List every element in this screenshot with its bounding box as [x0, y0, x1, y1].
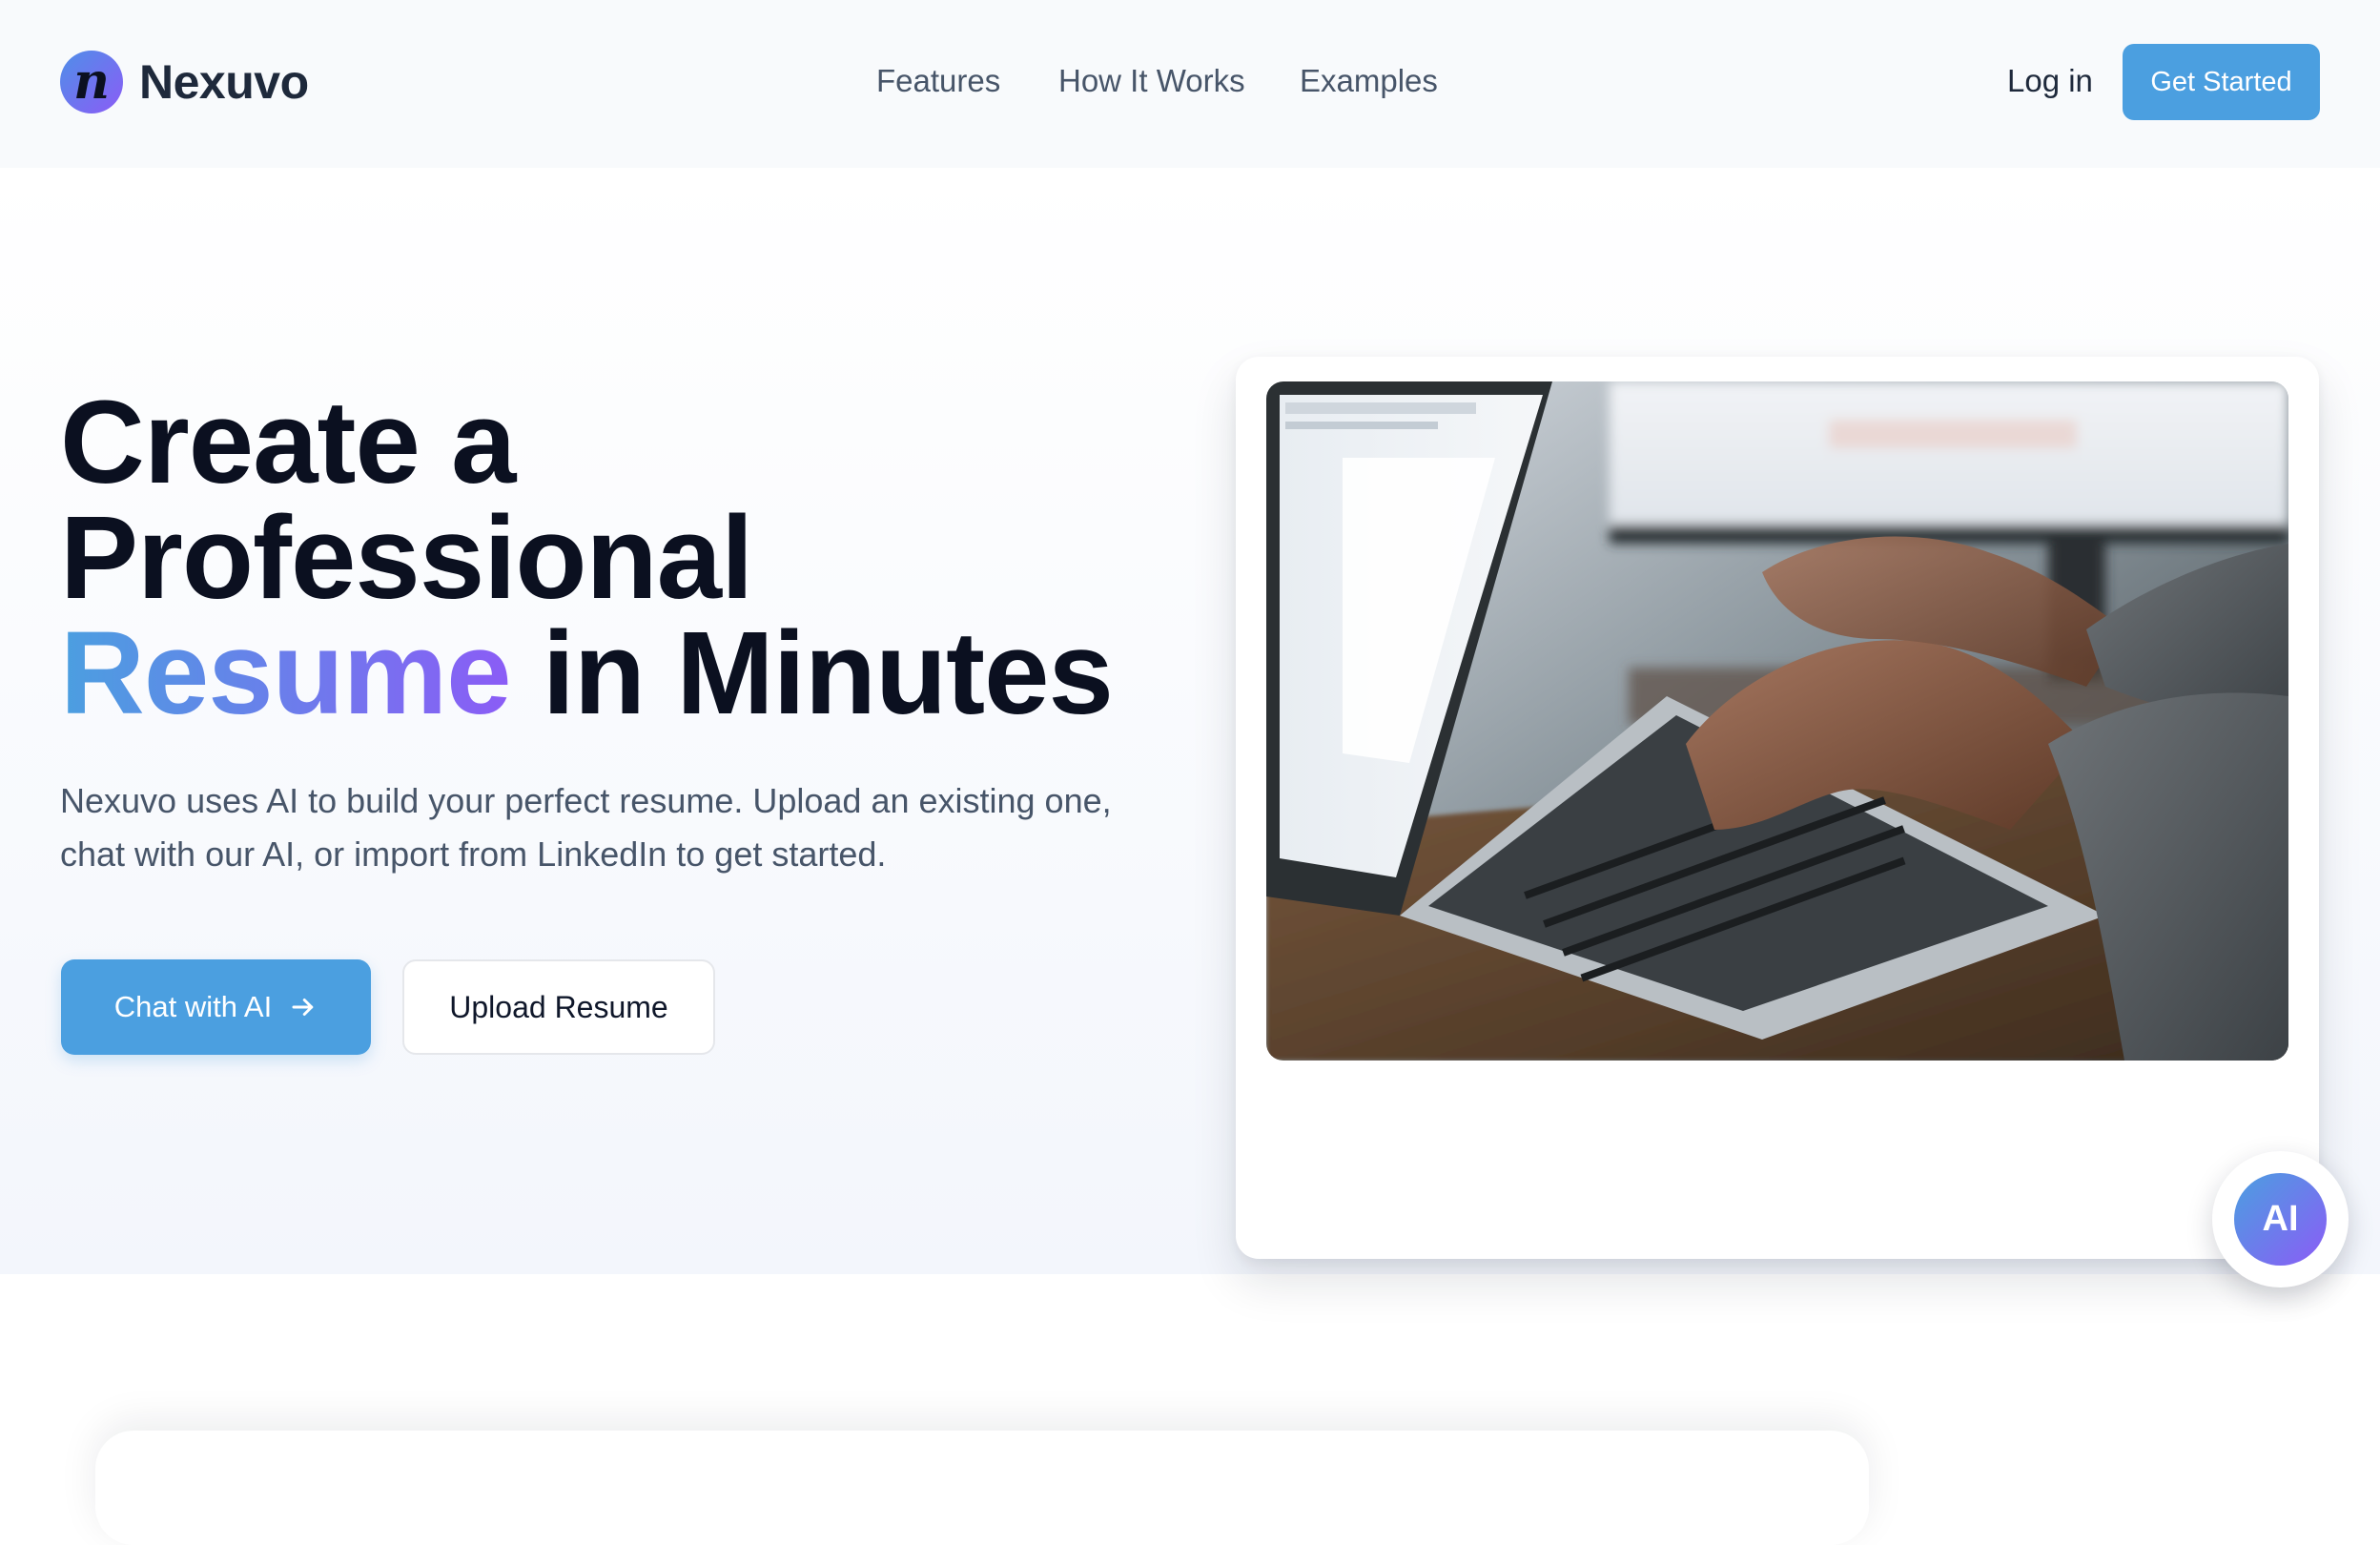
headline-line-2: Professional — [60, 493, 753, 624]
headline-highlight: Resume — [60, 608, 512, 739]
arrow-right-icon — [289, 993, 318, 1021]
headline-line-1: Create a — [60, 378, 516, 508]
hero-image-card — [1236, 357, 2319, 1259]
chat-with-ai-label: Chat with AI — [113, 990, 273, 1023]
lower-section-card — [95, 1431, 1869, 1545]
ai-assistant-badge[interactable]: AI — [2212, 1151, 2349, 1288]
login-link[interactable]: Log in — [2007, 57, 2093, 105]
top-navigation: n Nexuvo Features How It Works Examples … — [0, 0, 2380, 168]
headline-line-3: Resume in Minutes — [60, 615, 1204, 732]
laptop-typing-photo — [1266, 381, 2288, 1061]
nav-link-features[interactable]: Features — [876, 57, 1000, 105]
hero-section: Create a Professional Resume in Minutes … — [0, 168, 2380, 1288]
laptop-photo-illustration — [1266, 381, 2288, 1061]
headline-line-3-rest: in Minutes — [542, 608, 1114, 739]
chat-with-ai-button[interactable]: Chat with AI — [61, 959, 371, 1055]
nav-link-examples[interactable]: Examples — [1300, 57, 1438, 105]
nav-link-how-it-works[interactable]: How It Works — [1058, 57, 1245, 105]
upload-resume-button[interactable]: Upload Resume — [402, 959, 715, 1055]
get-started-button[interactable]: Get Started — [2123, 44, 2320, 120]
ai-badge-label: AI — [2234, 1173, 2327, 1266]
hero-subtitle: Nexuvo uses AI to build your perfect res… — [60, 781, 1112, 874]
hero-headline: Create a Professional Resume in Minutes — [60, 378, 1204, 732]
